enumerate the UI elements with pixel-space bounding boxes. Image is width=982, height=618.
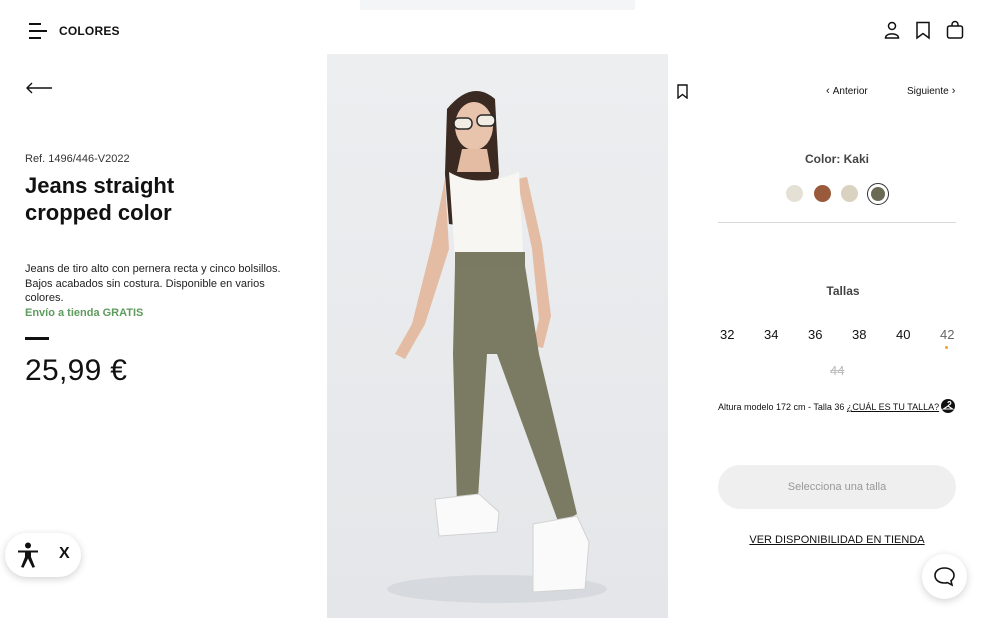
product-description: Jeans de tiro alto con pernera recta y c…	[25, 263, 281, 304]
top-banner-strip	[360, 0, 635, 10]
color-swatches	[784, 183, 894, 205]
size-option-unavailable[interactable]: 44	[830, 363, 844, 378]
chevron-left-icon: ‹	[826, 85, 833, 97]
product-image	[327, 54, 668, 618]
brand-label[interactable]: COLORES	[59, 24, 120, 38]
accessibility-icon[interactable]	[16, 542, 40, 568]
next-product-link[interactable]: Siguiente ›	[907, 85, 955, 97]
chat-button[interactable]	[922, 554, 967, 599]
accessibility-widget: X	[5, 533, 81, 577]
color-swatch[interactable]	[786, 185, 803, 202]
size-option[interactable]: 40	[896, 327, 910, 342]
store-availability-link[interactable]: VER DISPONIBILIDAD EN TIENDA	[718, 534, 956, 546]
size-option[interactable]: 36	[808, 327, 822, 342]
price-divider	[25, 337, 49, 340]
size-guide-link[interactable]: ¿CUÁL ES TU TALLA?	[847, 402, 939, 412]
chevron-right-icon: ›	[948, 85, 956, 97]
bookmark-icon[interactable]	[913, 20, 933, 40]
product-reference: Ref. 1496/446-V2022	[25, 153, 130, 165]
save-product-icon[interactable]	[676, 84, 689, 100]
model-height-text: Altura modelo 172 cm - Talla 36	[718, 402, 845, 412]
size-option[interactable]: 42	[940, 327, 954, 342]
product-title: Jeans straight cropped color	[25, 173, 175, 225]
size-option[interactable]: 32	[720, 327, 734, 342]
hanger-icon[interactable]	[941, 399, 955, 413]
color-swatch-selected[interactable]	[871, 187, 885, 201]
low-stock-dot	[945, 346, 948, 349]
menu-icon[interactable]	[29, 22, 47, 40]
color-label: Color: Kaki	[804, 152, 869, 166]
color-swatch[interactable]	[814, 185, 831, 202]
bag-icon[interactable]	[945, 20, 965, 40]
shipping-info: Envío a tienda GRATIS	[25, 307, 144, 319]
size-option[interactable]: 38	[852, 327, 866, 342]
product-price: 25,99 €	[25, 354, 128, 387]
chat-icon	[934, 567, 955, 587]
select-size-button[interactable]: Selecciona una talla	[718, 465, 956, 509]
previous-product-link[interactable]: ‹ Anterior	[826, 85, 868, 97]
section-divider	[718, 222, 956, 223]
previous-label: Anterior	[832, 86, 868, 97]
accessibility-close-button[interactable]: X	[59, 545, 70, 563]
model-size-info: Altura modelo 172 cm - Talla 36 ¿CUÁL ES…	[718, 402, 939, 412]
sizes-label: Tallas	[826, 284, 860, 298]
back-arrow-icon[interactable]	[25, 80, 53, 96]
user-icon[interactable]	[882, 20, 902, 40]
next-label: Siguiente	[907, 86, 949, 97]
size-option[interactable]: 34	[764, 327, 778, 342]
color-swatch[interactable]	[841, 185, 858, 202]
